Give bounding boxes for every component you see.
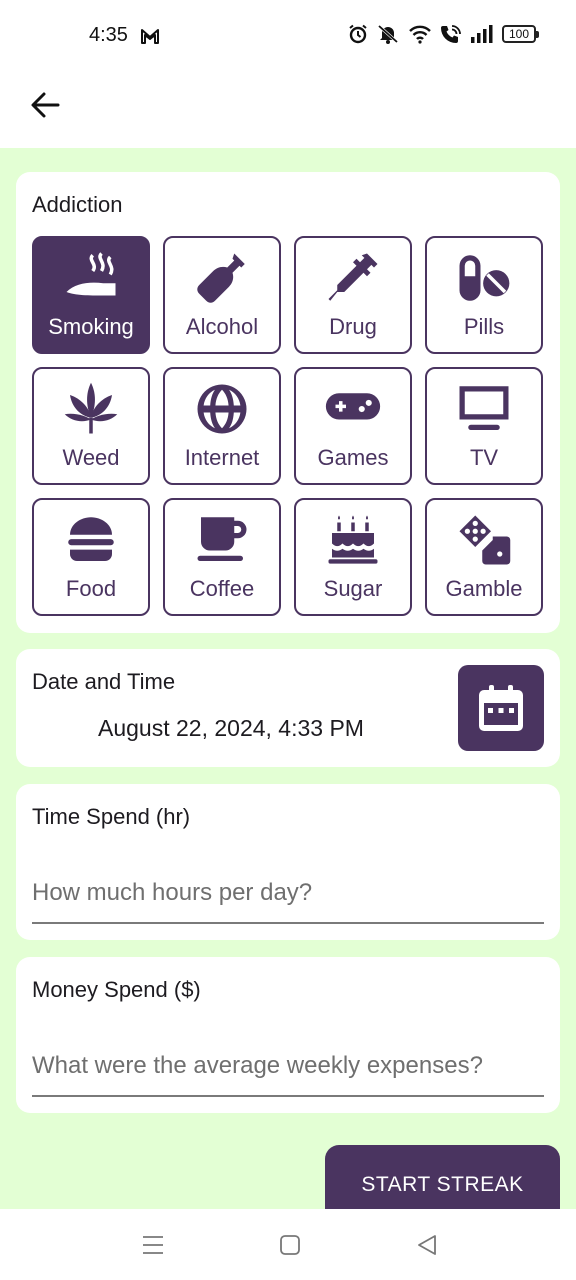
addiction-card: Addiction Smoking Alcohol Drug Pills Wee…: [16, 172, 560, 633]
time-spend-input[interactable]: [32, 864, 544, 924]
smoking-icon: [66, 252, 116, 296]
battery-icon: 100: [502, 25, 539, 43]
addiction-label: Addiction: [32, 192, 123, 217]
back-icon[interactable]: [415, 1233, 439, 1257]
globe-icon: [197, 384, 247, 434]
syringe-icon: [328, 253, 378, 301]
home-icon[interactable]: [278, 1233, 302, 1257]
signal-icon: [471, 25, 493, 43]
addiction-option-food[interactable]: Food: [32, 498, 150, 616]
addiction-option-pills[interactable]: Pills: [425, 236, 543, 354]
addiction-option-label: Internet: [184, 445, 260, 470]
addiction-option-label: Games: [317, 445, 389, 470]
addiction-option-label: TV: [469, 445, 499, 470]
addiction-option-label: Weed: [62, 445, 120, 470]
wifi-call-icon: [441, 25, 461, 43]
addiction-option-games[interactable]: Games: [294, 367, 412, 485]
burger-icon: [68, 517, 114, 561]
addiction-option-label: Pills: [463, 314, 505, 339]
addiction-option-label: Coffee: [189, 576, 255, 601]
pills-icon: [459, 255, 510, 301]
calendar-button[interactable]: [458, 665, 544, 751]
addiction-option-weed[interactable]: Weed: [32, 367, 150, 485]
tv-icon: [459, 386, 509, 430]
addiction-option-drug[interactable]: Drug: [294, 236, 412, 354]
arrow-left-icon[interactable]: [28, 88, 62, 122]
addiction-option-internet[interactable]: Internet: [163, 367, 281, 485]
money-spend-card: Money Spend ($): [16, 957, 560, 1113]
addiction-grid: Smoking Alcohol Drug Pills Weed Internet…: [32, 236, 543, 616]
dice-icon: [459, 515, 511, 565]
alarm-icon: [349, 24, 367, 44]
mug-icon: [197, 517, 247, 561]
calendar-icon: [479, 685, 523, 731]
status-icons: 100: [348, 24, 539, 44]
cannabis-leaf-icon: [64, 382, 118, 434]
addiction-option-gamble[interactable]: Gamble: [425, 498, 543, 616]
money-spend-input[interactable]: [32, 1037, 544, 1097]
app-bar: [0, 72, 576, 148]
gmail-icon: [141, 29, 159, 44]
addiction-option-label: Sugar: [323, 576, 383, 601]
status-time: 4:35: [89, 24, 128, 46]
system-nav-bar: [0, 1209, 576, 1280]
cake-icon: [328, 515, 378, 564]
addiction-option-sugar[interactable]: Sugar: [294, 498, 412, 616]
wifi-icon: [409, 25, 431, 44]
date-time-label: Date and Time: [32, 669, 176, 694]
date-time-value: August 22, 2024, 4:33 PM: [98, 715, 364, 741]
money-spend-label: Money Spend ($): [32, 977, 201, 1002]
gamepad-icon: [325, 393, 381, 420]
menu-icon[interactable]: [141, 1233, 165, 1257]
addiction-option-label: Food: [65, 576, 117, 601]
mute-icon: [378, 24, 398, 44]
time-spend-label: Time Spend (hr): [32, 804, 191, 829]
addiction-option-tv[interactable]: TV: [425, 367, 543, 485]
status-bar: 4:35 100: [0, 0, 576, 72]
bottle-icon: [197, 253, 245, 303]
date-time-card: Date and Time August 22, 2024, 4:33 PM: [16, 649, 560, 767]
addiction-option-smoking[interactable]: Smoking: [32, 236, 150, 354]
addiction-option-label: Smoking: [48, 314, 134, 339]
time-spend-card: Time Spend (hr): [16, 784, 560, 940]
addiction-option-alcohol[interactable]: Alcohol: [163, 236, 281, 354]
addiction-option-coffee[interactable]: Coffee: [163, 498, 281, 616]
addiction-option-label: Drug: [329, 314, 377, 339]
addiction-option-label: Alcohol: [185, 314, 259, 339]
addiction-option-label: Gamble: [445, 576, 523, 601]
